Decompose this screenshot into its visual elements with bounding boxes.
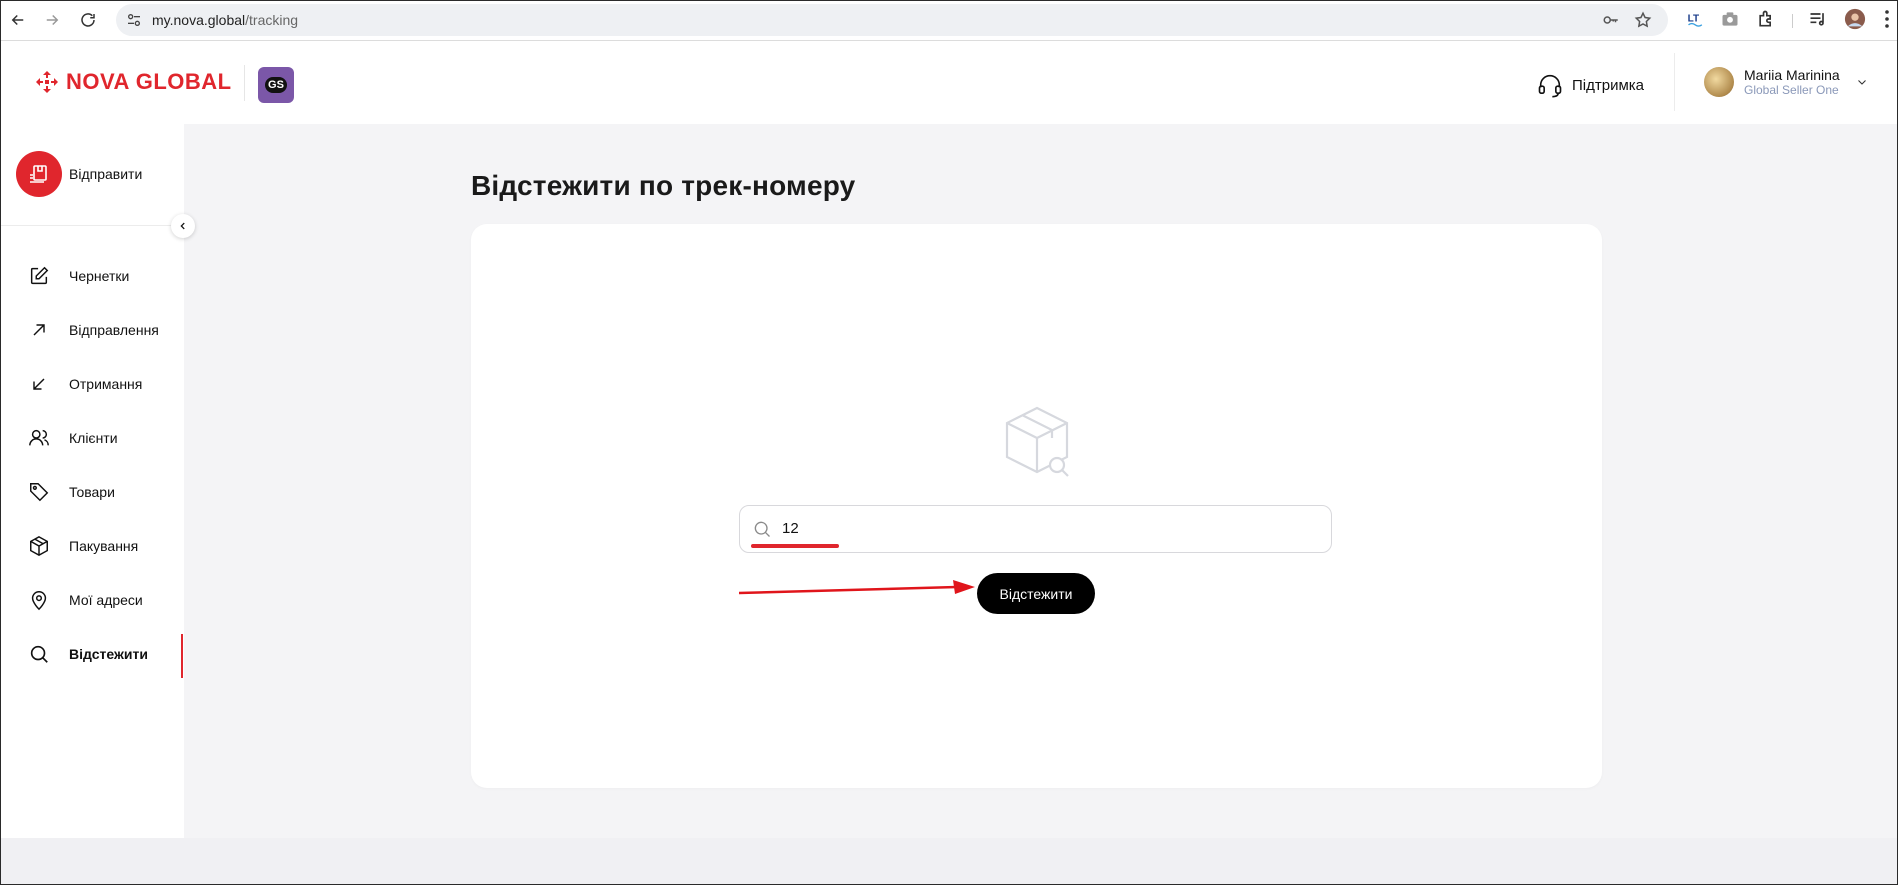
nova-logo-icon <box>36 71 58 93</box>
send-button[interactable]: Відправити <box>16 151 142 197</box>
star-icon[interactable] <box>1634 11 1652 34</box>
translate-extension-icon[interactable]: LT <box>1686 9 1706 34</box>
sidebar-item-products[interactable]: Товари <box>0 472 183 512</box>
collapse-sidebar-button[interactable] <box>171 214 195 238</box>
sidebar-item-track[interactable]: Відстежити <box>0 634 183 678</box>
sidebar-item-label: Пакування <box>69 538 139 554</box>
sidebar: Відправити Чернетки Відправлення Отриман… <box>0 124 195 838</box>
toolbar-divider <box>1792 14 1793 28</box>
url-text: my.nova.global/tracking <box>152 12 299 28</box>
user-role: Global Seller One <box>1744 83 1839 97</box>
page-title: Відстежити по трек-номеру <box>471 170 856 201</box>
svg-text:LT: LT <box>1688 14 1699 25</box>
headset-icon <box>1538 74 1562 98</box>
sidebar-divider <box>0 225 174 226</box>
box-icon <box>27 534 51 558</box>
browser-toolbar: my.nova.global/tracking LT <box>0 0 1898 41</box>
sidebar-item-addresses[interactable]: Мої адреси <box>0 580 183 620</box>
brand-name: NOVA GLOBAL <box>66 69 232 94</box>
annotation-arrow <box>739 580 975 595</box>
sidebar-item-clients[interactable]: Клієнти <box>0 418 183 458</box>
support-label: Підтримка <box>1572 76 1645 94</box>
logo-divider <box>244 65 245 101</box>
header-divider <box>1674 53 1675 111</box>
search-icon <box>752 519 772 544</box>
sidebar-item-label: Відстежити <box>69 646 148 662</box>
send-label: Відправити <box>69 166 143 182</box>
chevron-left-icon <box>180 222 185 230</box>
address-bar[interactable]: my.nova.global/tracking <box>116 4 1668 36</box>
package-search-icon <box>1003 404 1071 485</box>
browser-menu-icon[interactable] <box>1884 9 1890 34</box>
tag-icon <box>27 480 51 504</box>
sidebar-item-packaging[interactable]: Пакування <box>0 526 183 566</box>
key-icon[interactable] <box>1602 11 1620 34</box>
sidebar-item-drafts[interactable]: Чернетки <box>0 256 183 296</box>
gs-badge-label: GS <box>265 77 287 93</box>
user-name: Mariia Marinina <box>1744 67 1840 83</box>
tracking-number-input[interactable] <box>782 517 1302 539</box>
support-link[interactable]: Підтримка <box>1536 71 1644 99</box>
nova-global-logo[interactable]: NOVA GLOBAL <box>34 69 232 95</box>
user-menu[interactable]: Mariia Marinina Global Seller One <box>1704 67 1868 97</box>
sidebar-item-label: Мої адреси <box>69 592 143 608</box>
sidebar-item-label: Чернетки <box>69 268 130 284</box>
sidebar-item-shipments[interactable]: Відправлення <box>0 310 183 350</box>
profile-avatar-icon[interactable] <box>1844 8 1866 35</box>
arrow-down-left-icon <box>27 372 51 396</box>
send-parcel-icon <box>16 151 62 197</box>
forward-icon[interactable] <box>40 8 64 32</box>
sidebar-item-receiving[interactable]: Отримання <box>0 364 183 404</box>
media-control-icon[interactable] <box>1808 9 1828 34</box>
main-content: Відстежити по трек-номеру Відстежити <box>184 124 1898 838</box>
camera-extension-icon[interactable] <box>1720 9 1740 34</box>
arrow-up-right-icon <box>27 318 51 342</box>
map-pin-icon <box>27 588 51 612</box>
users-icon <box>27 426 51 450</box>
sidebar-item-label: Отримання <box>69 376 143 392</box>
tracking-card: Відстежити <box>471 224 1602 788</box>
back-icon[interactable] <box>6 8 30 32</box>
extensions-puzzle-icon[interactable] <box>1756 9 1776 34</box>
sidebar-item-label: Товари <box>69 484 115 500</box>
app-header: NOVA GLOBAL GS Підтримка Mariia Marinina… <box>0 41 1898 124</box>
page-footer-band <box>0 838 1898 885</box>
reload-icon[interactable] <box>76 8 100 32</box>
track-button[interactable]: Відстежити <box>977 573 1095 614</box>
search-icon <box>27 642 51 666</box>
sidebar-item-label: Відправлення <box>69 322 159 338</box>
gs-app-badge[interactable]: GS <box>258 67 294 103</box>
avatar <box>1704 67 1734 97</box>
annotation-underline <box>751 544 839 548</box>
sidebar-item-label: Клієнти <box>69 430 118 446</box>
chevron-down-icon <box>1857 80 1866 85</box>
site-settings-icon[interactable] <box>126 12 142 33</box>
edit-icon <box>27 264 51 288</box>
